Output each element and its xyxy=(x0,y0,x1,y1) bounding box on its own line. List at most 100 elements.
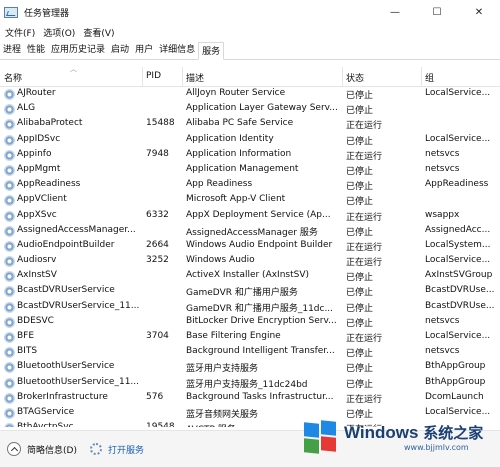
minimize-button[interactable]: — xyxy=(374,0,416,24)
tab-services[interactable]: 服务 xyxy=(198,42,225,60)
service-group: BcastDVRUse... xyxy=(425,285,495,296)
service-row[interactable]: BrokerInfrastructure 576 Background Tasks … xyxy=(0,391,500,406)
service-group: LocalSystem... xyxy=(425,239,491,250)
column-header-status[interactable]: 状态 xyxy=(346,71,364,84)
column-divider[interactable] xyxy=(342,67,343,87)
service-row[interactable]: Appinfo 7948 Application Information 正在运行 ne… xyxy=(0,148,500,163)
service-gear-icon xyxy=(4,134,15,146)
maximize-button[interactable]: ☐ xyxy=(416,0,458,24)
service-name: Audiosrv xyxy=(17,255,57,266)
service-row[interactable]: AxInstSV ActiveX Installer (AxInstSV) 已停止 A… xyxy=(0,269,500,284)
close-button[interactable]: ✕ xyxy=(458,0,500,24)
service-row[interactable]: BcastDVRUserService GameDVR 和广播用户服务 已停止 Bca… xyxy=(0,284,500,299)
tab-app-history[interactable]: 应用历史记录 xyxy=(48,41,108,59)
service-row[interactable]: AssignedAccessManager... AssignedAccessMa… xyxy=(0,224,500,239)
service-status: 已停止 xyxy=(346,197,374,208)
tab-processes[interactable]: 进程 xyxy=(0,41,24,59)
services-gear-icon xyxy=(90,443,102,455)
tab-users[interactable]: 用户 xyxy=(132,41,156,59)
service-pid: 19548 xyxy=(146,422,182,427)
service-gear-icon xyxy=(4,301,15,313)
service-name: AxInstSV xyxy=(17,270,57,281)
service-group: BcastDVRUse... xyxy=(425,300,495,311)
service-row[interactable]: AppMgmt Application Management 已停止 netsvcs xyxy=(0,163,500,178)
column-header-group[interactable]: 组 xyxy=(425,71,434,84)
service-name: AppXSvc xyxy=(17,209,57,220)
service-description: Microsoft App-V Client xyxy=(186,194,286,205)
service-row[interactable]: AlibabaProtect 15488 Alibaba PC Safe Servi… xyxy=(0,117,500,132)
service-row[interactable]: Audiosrv 3252 Windows Audio 正在运行 LocalServic… xyxy=(0,254,500,269)
service-row[interactable]: BluetoothUserService_11... 蓝牙用户支持服务_11dc2… xyxy=(0,376,500,391)
window-controls: — ☐ ✕ xyxy=(374,0,500,24)
service-description: Application Identity xyxy=(186,133,274,144)
watermark-brand: Windows 系统之家 xyxy=(344,424,483,443)
open-services-label[interactable]: 打开服务 xyxy=(108,443,144,456)
service-description: 蓝牙用户支持服务_11dc24bd xyxy=(186,379,308,390)
service-name: BTAGService xyxy=(17,406,75,417)
windows-logo-icon xyxy=(302,420,338,455)
service-row[interactable]: AppIDSvc Application Identity 已停止 LocalServ… xyxy=(0,133,500,148)
service-group: LocalService... xyxy=(425,88,491,98)
service-pid: 576 xyxy=(146,391,164,402)
service-row[interactable]: AudioEndpointBuilder 2664 Windows Audio En… xyxy=(0,239,500,254)
menu-options[interactable]: 选项(O) xyxy=(43,26,75,39)
column-divider[interactable] xyxy=(142,67,143,87)
service-description: 蓝牙用户支持服务 xyxy=(186,364,259,375)
service-gear-icon xyxy=(4,362,15,374)
service-description: Application Information xyxy=(186,148,292,159)
service-name: BITS xyxy=(17,346,38,357)
service-status: 已停止 xyxy=(346,166,374,177)
service-status: 已停止 xyxy=(346,136,374,147)
service-name: AudioEndpointBuilder xyxy=(17,239,115,250)
column-header-pid[interactable]: PID xyxy=(146,71,161,81)
watermark: Windows 系统之家 www.bjjmlv.com xyxy=(302,412,492,464)
service-name: BcastDVRUserService xyxy=(17,285,115,296)
service-gear-icon xyxy=(4,377,15,389)
service-description: AssignedAccessManager 服务 xyxy=(186,227,318,238)
column-header-row: 名称 PID 描述 状态 组 xyxy=(0,67,500,87)
service-description: BitLocker Drive Encryption Serv... xyxy=(186,315,337,326)
tab-performance[interactable]: 性能 xyxy=(24,41,48,59)
column-header-description[interactable]: 描述 xyxy=(186,71,204,84)
service-name: AlibabaProtect xyxy=(17,118,83,129)
title-bar: 任务管理器 — ☐ ✕ xyxy=(0,0,500,24)
column-divider[interactable] xyxy=(182,67,183,87)
service-row[interactable]: AJRouter AllJoyn Router Service 已停止 LocalSe… xyxy=(0,87,500,102)
service-gear-icon xyxy=(4,210,15,222)
service-gear-icon xyxy=(4,407,15,419)
tab-details[interactable]: 详细信息 xyxy=(156,41,198,59)
service-status: 已停止 xyxy=(346,106,374,117)
tab-startup[interactable]: 启动 xyxy=(108,41,132,59)
service-row[interactable]: BITS Background Intelligent Transfer... 已停… xyxy=(0,345,500,360)
service-group: wsappx xyxy=(425,209,460,220)
service-group: AxInstSVGroup xyxy=(425,270,493,281)
service-row[interactable]: AppXSvc 6332 AppX Deployment Service (Ap..… xyxy=(0,209,500,224)
service-row[interactable]: BDESVC BitLocker Drive Encryption Serv...… xyxy=(0,315,500,330)
service-row[interactable]: AppReadiness App Readiness 已停止 AppReadiness xyxy=(0,178,500,193)
service-row[interactable]: AppVClient Microsoft App-V Client 已停止 xyxy=(0,193,500,208)
service-description: Application Management xyxy=(186,163,299,174)
service-gear-icon xyxy=(4,225,15,237)
column-divider[interactable] xyxy=(421,67,422,87)
service-status: 已停止 xyxy=(346,182,374,193)
service-gear-icon xyxy=(4,392,15,404)
column-header-name[interactable]: 名称 xyxy=(4,71,22,84)
tab-strip: 进程 性能 应用历史记录 启动 用户 详细信息 服务 xyxy=(0,41,500,60)
service-row[interactable]: BcastDVRUserService_11... GameDVR 和广播用户服务… xyxy=(0,300,500,315)
service-name: BthAvctpSvc xyxy=(17,422,141,427)
menu-file[interactable]: 文件(F) xyxy=(5,26,35,39)
service-row[interactable]: ALG Application Layer Gateway Serv... 已停止 xyxy=(0,102,500,117)
open-services-link[interactable]: 打开服务 xyxy=(90,440,144,458)
menu-view[interactable]: 查看(V) xyxy=(83,26,114,39)
collapse-chevron-icon[interactable] xyxy=(7,442,21,456)
service-row[interactable]: BluetoothUserService 蓝牙用户支持服务 已停止 BthAppGro… xyxy=(0,360,500,375)
service-row[interactable]: BFE 3704 Base Filtering Engine 正在运行 LocalSer… xyxy=(0,330,500,345)
service-name: AJRouter xyxy=(17,88,56,98)
service-gear-icon xyxy=(4,256,15,268)
service-description: AllJoyn Router Service xyxy=(186,88,286,98)
service-name: BcastDVRUserService_11... xyxy=(17,300,140,311)
fewer-details-link[interactable]: 简略信息(D) xyxy=(27,443,77,456)
service-status: 正在运行 xyxy=(346,151,383,162)
service-name: Appinfo xyxy=(17,148,52,159)
service-group: netsvcs xyxy=(425,315,460,326)
